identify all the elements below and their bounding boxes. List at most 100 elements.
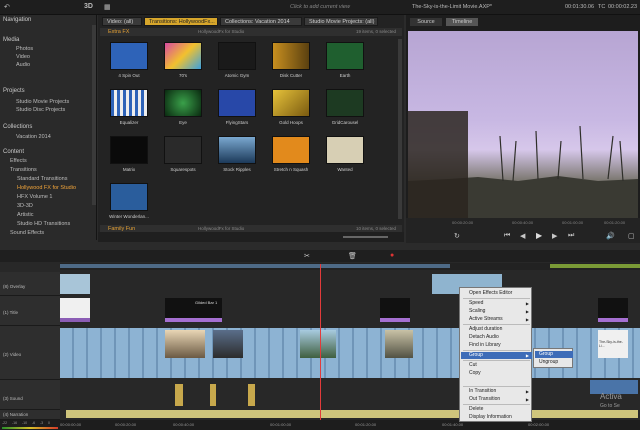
nav-item-effects[interactable]: Effects [10,158,27,164]
marker-icon[interactable]: ● [390,252,394,259]
transition-thumbnail[interactable] [110,183,148,211]
menu-group[interactable]: Group ▶ [461,352,532,359]
ruler-label: 00:00:20.00 [115,422,137,427]
play-icon[interactable]: ▶ [536,231,542,240]
menu-find-in-library[interactable]: Find in Library [461,342,532,349]
nav-item-movie-projects[interactable]: Studio Movie Projects [16,99,69,105]
nav-item-artistic[interactable]: Artistic [17,212,34,218]
menu-display-information[interactable]: Display Information [461,414,532,421]
nav-item-sound-effects[interactable]: Sound Effects [10,230,44,236]
transition-thumbnail[interactable] [110,42,148,70]
audio-clip[interactable] [248,384,255,406]
nav-item-disc-projects[interactable]: Studio Disc Projects [16,107,65,113]
section-header-extra-fx[interactable]: Extra FX HollywoodFx for Studio 19 items… [100,28,402,36]
track-header-video[interactable]: (2) Video [0,326,60,380]
scale-label: 00:00:20.00 [452,220,474,225]
nav-scrollbar[interactable] [92,25,96,205]
zoom-slider[interactable] [343,236,388,238]
step-back-icon[interactable]: ◀ [520,232,525,240]
track-header-sound[interactable]: (3) Sound [0,380,60,410]
audio-clip[interactable] [210,384,216,406]
track-name: (1) Title [3,310,19,315]
group-submenu: Group Ungroup [533,348,573,368]
track-header-narration[interactable]: (4) Narration [0,410,60,420]
transition-thumbnail[interactable] [326,136,364,164]
transition-thumbnail[interactable] [164,136,202,164]
collections-section[interactable]: Collections [3,124,32,130]
menu-speed[interactable]: Speed ▶ [461,300,532,307]
3d-toggle[interactable]: 3D [84,3,93,10]
overlay-clip[interactable] [60,274,90,294]
video-thumb [385,330,413,358]
nav-item-3d[interactable]: 3D-3D [17,203,33,209]
menu-scaling[interactable]: Scaling ▶ [461,308,532,315]
nav-item-hollywood[interactable]: Hollywood FX for Studio [17,185,76,191]
projects-section[interactable]: Projects [3,88,25,94]
fullscreen-icon[interactable]: ▢ [628,232,635,240]
transition-thumbnail[interactable] [272,136,310,164]
nav-item-standard[interactable]: Standard Transitions [17,176,67,182]
nav-item-transitions[interactable]: Transitions [10,167,37,173]
skip-forward-icon[interactable]: ⏭ [568,232,574,240]
title-clip[interactable]: Gilded Bar 1 [165,298,222,322]
transition-thumbnail[interactable] [218,136,256,164]
menu-delete[interactable]: Delete [461,406,532,413]
menu-open-effects-editor[interactable]: Open Effects Editor [461,290,532,297]
submenu-ungroup[interactable]: Ungroup [535,359,573,366]
audio-clip[interactable] [175,384,183,406]
menu-out-transition[interactable]: Out Transition ▶ [461,396,532,403]
transition-thumbnail[interactable] [272,42,310,70]
transition-thumbnail[interactable] [110,89,148,117]
transition-thumbnail[interactable] [218,42,256,70]
undo-icon[interactable]: ↶ [4,3,10,11]
tab-transitions[interactable]: Transitions: HollywoodFx... [144,17,218,26]
menu-copy[interactable]: Copy [461,370,532,377]
navigator-green-strip [550,264,640,268]
title-clip[interactable] [60,298,90,322]
music-clip[interactable] [66,410,638,418]
tab-movie-projects[interactable]: Studio Movie Projects: (all) [304,17,378,26]
scale-label: 00:01:20.00 [604,220,626,225]
nav-item-studio-hd[interactable]: Studio HD Transitions [17,221,70,227]
time-ruler[interactable]: 00:00:00.00 00:00:20.00 00:00:40.00 00:0… [60,420,640,430]
transition-thumbnail[interactable] [164,89,202,117]
loop-icon[interactable]: ↻ [454,232,460,240]
volume-icon[interactable]: 🔊 [606,232,615,240]
transition-thumbnail[interactable] [272,89,310,117]
menu-active-streams[interactable]: Active Streams ▶ [461,316,532,323]
trash-icon[interactable]: 🗑 [348,252,357,260]
skip-back-icon[interactable]: ⏮ [504,232,510,240]
thumbnail-label: FlyingStars [225,120,249,125]
transition-thumbnail[interactable] [164,42,202,70]
transition-thumbnail[interactable] [326,89,364,117]
playhead[interactable] [320,264,321,420]
timeline-navigator[interactable] [60,263,640,270]
transition-thumbnail[interactable] [326,42,364,70]
menu-cut[interactable]: Cut [461,362,532,369]
track-header-title[interactable]: (1) Title [0,296,60,326]
menu-adjust-duration[interactable]: Adjust duration [461,326,532,333]
tab-collections[interactable]: Collections: Vacation 2014 [220,17,302,26]
nav-item-video[interactable]: Video [16,54,30,60]
nav-item-photos[interactable]: Photos [16,46,33,52]
nav-item-vacation[interactable]: Vacation 2014 [16,134,51,140]
nav-item-audio[interactable]: Audio [16,62,30,68]
library-scrollbar[interactable] [398,39,402,219]
track-header-overlay[interactable]: (8) Overlay [0,272,60,296]
transition-thumbnail[interactable] [218,89,256,117]
tab-timeline[interactable]: Timeline [446,18,478,26]
media-section[interactable]: Media [3,37,19,43]
menu-detach-audio[interactable]: Detach Audio [461,334,532,341]
content-section[interactable]: Content [3,149,24,155]
step-forward-icon[interactable]: ▶ [552,232,557,240]
nav-item-hfx-volume[interactable]: HFX Volume 1 [17,194,52,200]
title-clip[interactable] [598,298,628,322]
scissors-icon[interactable]: ✂ [304,252,310,260]
tab-source[interactable]: Source [410,18,442,26]
tab-video[interactable]: Video: (all) [102,17,142,26]
view-icon[interactable]: ▦ [104,3,111,11]
menu-in-transition[interactable]: In Transition ▶ [461,388,532,395]
submenu-group[interactable]: Group [535,351,573,358]
transition-thumbnail[interactable] [110,136,148,164]
title-clip[interactable] [380,298,410,322]
